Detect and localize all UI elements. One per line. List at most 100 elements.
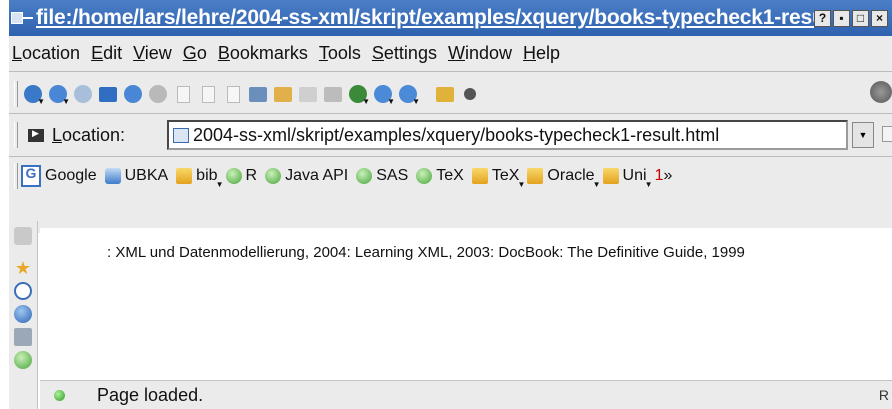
- bookmarks-overflow-button[interactable]: 1»: [655, 167, 673, 185]
- edit-bookmark-icon-shape: [299, 86, 317, 102]
- bookmark-label: TeX: [436, 167, 464, 184]
- toolbar-grip[interactable]: [14, 81, 18, 107]
- window-controls: ? ▪ □ ×: [814, 9, 888, 27]
- bookmark-r[interactable]: R: [225, 167, 258, 185]
- back-icon[interactable]: ▼: [48, 83, 70, 106]
- close-button[interactable]: ×: [871, 9, 888, 27]
- bookmark-folder-uni[interactable]: Uni ▼: [602, 167, 653, 189]
- folder-icon: [471, 168, 488, 184]
- location-input[interactable]: 2004-ss-xml/skript/examples/xquery/books…: [167, 120, 848, 150]
- download-icon[interactable]: [460, 83, 480, 105]
- menu-help[interactable]: Help: [523, 43, 560, 64]
- toolbar-separator: [9, 113, 892, 114]
- bookmark-label: TeX: [491, 167, 520, 184]
- stop-icon-shape: [149, 85, 167, 103]
- forward-icon-shape: [74, 85, 92, 103]
- location-url[interactable]: 2004-ss-xml/skript/examples/xquery/books…: [193, 125, 719, 146]
- bookmarks-grip[interactable]: [14, 163, 18, 189]
- print-icon[interactable]: [248, 83, 268, 105]
- submenu-arrow-icon: ▼: [644, 180, 653, 189]
- app-icon[interactable]: [11, 9, 33, 27]
- status-right-text: R: [878, 387, 889, 403]
- location-bar: Location: 2004-ss-xml/skript/examples/xq…: [14, 117, 892, 153]
- throbber-icon[interactable]: [870, 81, 892, 103]
- maximize-button[interactable]: □: [852, 9, 869, 27]
- copy-icon-shape: [201, 85, 215, 103]
- edit-bookmark-icon[interactable]: [298, 83, 318, 105]
- cut-icon[interactable]: [173, 83, 193, 105]
- bookmark-folder-bib[interactable]: bib ▼: [176, 167, 224, 189]
- bookmark-tex[interactable]: TeX: [416, 167, 464, 185]
- menu-bookmarks[interactable]: Bookmarks: [218, 43, 308, 64]
- zoom-icon[interactable]: ▼: [348, 83, 370, 106]
- forward-icon[interactable]: [73, 83, 93, 105]
- page-content: : XML und Datenmodellierung, 2004: Learn…: [40, 228, 892, 378]
- media-player-icon[interactable]: [14, 328, 32, 346]
- bookmark-label: Google: [45, 167, 97, 184]
- globe-icon: [225, 168, 242, 184]
- print-icon-shape: [249, 86, 267, 102]
- menu-settings[interactable]: Settings: [372, 43, 437, 64]
- new-bookmark-icon[interactable]: [273, 83, 293, 105]
- sidebar-config-icon[interactable]: [14, 227, 32, 245]
- up-icon[interactable]: ▼: [23, 83, 45, 106]
- menu-edit[interactable]: Edit: [91, 43, 122, 64]
- history-clock-icon[interactable]: [14, 282, 32, 300]
- go-icon[interactable]: [882, 126, 892, 142]
- location-dropdown-button[interactable]: ▼: [852, 122, 874, 148]
- bookmark-label: UBKA: [124, 167, 169, 184]
- bookmark-java-api[interactable]: Java API: [265, 167, 348, 185]
- bookmark-google[interactable]: G Google: [21, 165, 97, 187]
- bookmarks-star-icon[interactable]: ★: [14, 259, 32, 277]
- window-title: file:/home/lars/lehre/2004-ss-xml/skript…: [36, 6, 814, 29]
- bookmark-folder-tex[interactable]: TeX ▼: [471, 167, 525, 189]
- home-icon-shape: [99, 86, 117, 102]
- find-icon[interactable]: [323, 83, 343, 105]
- status-text: Page loaded.: [97, 385, 204, 405]
- location-label: Location:: [52, 124, 126, 145]
- reload-icon-shape: [124, 85, 142, 103]
- bookmark-label: bib: [196, 167, 218, 184]
- menu-window[interactable]: Window: [448, 43, 512, 64]
- globe-icon: [416, 168, 433, 184]
- paste-icon[interactable]: [223, 83, 243, 105]
- stop-icon[interactable]: [148, 83, 168, 105]
- bookmark-ubka[interactable]: UBKA: [104, 167, 169, 185]
- bookmark-label: R: [245, 167, 258, 184]
- overflow-chevron: »: [663, 167, 673, 184]
- location-separator: [9, 156, 892, 157]
- paste-icon-shape: [226, 85, 240, 103]
- page-icon: [173, 127, 189, 143]
- folder-icon: [602, 168, 619, 184]
- web-page-icon: [104, 168, 121, 184]
- cut-icon-shape: [176, 85, 190, 103]
- zoom-out-icon[interactable]: ▼: [398, 83, 420, 106]
- bookmark-label: SAS: [376, 167, 409, 184]
- lock-icon[interactable]: [435, 83, 455, 105]
- submenu-arrow-icon: ▼: [517, 180, 526, 189]
- location-grip[interactable]: [14, 122, 18, 148]
- bookmark-label: Oracle: [547, 167, 595, 184]
- home-icon[interactable]: [98, 83, 118, 105]
- menu-view[interactable]: View: [133, 43, 172, 64]
- bookmark-sas[interactable]: SAS: [356, 167, 408, 185]
- clear-location-icon[interactable]: [28, 128, 44, 142]
- menu-go[interactable]: Go: [183, 43, 207, 64]
- minimize-button[interactable]: ▪: [833, 9, 850, 27]
- bookmark-label: Uni: [622, 167, 647, 184]
- copy-icon[interactable]: [198, 83, 218, 105]
- menu-tools[interactable]: Tools: [319, 43, 361, 64]
- status-bar: Page loaded. R: [40, 380, 892, 409]
- zoom-in-icon[interactable]: ▼: [373, 83, 395, 106]
- menu-separator: [9, 71, 892, 72]
- new-bookmark-icon-shape: [274, 86, 292, 102]
- network-icon[interactable]: [14, 305, 32, 323]
- download-icon-shape: [464, 88, 476, 100]
- sidebar: ★: [9, 221, 38, 409]
- find-icon-shape: [324, 86, 342, 102]
- reload-icon[interactable]: [123, 83, 143, 105]
- bookmark-folder-oracle[interactable]: Oracle ▼: [527, 167, 601, 189]
- help-button[interactable]: ?: [814, 9, 831, 27]
- web-globe-icon[interactable]: [14, 351, 32, 369]
- menu-location[interactable]: Location: [12, 43, 80, 64]
